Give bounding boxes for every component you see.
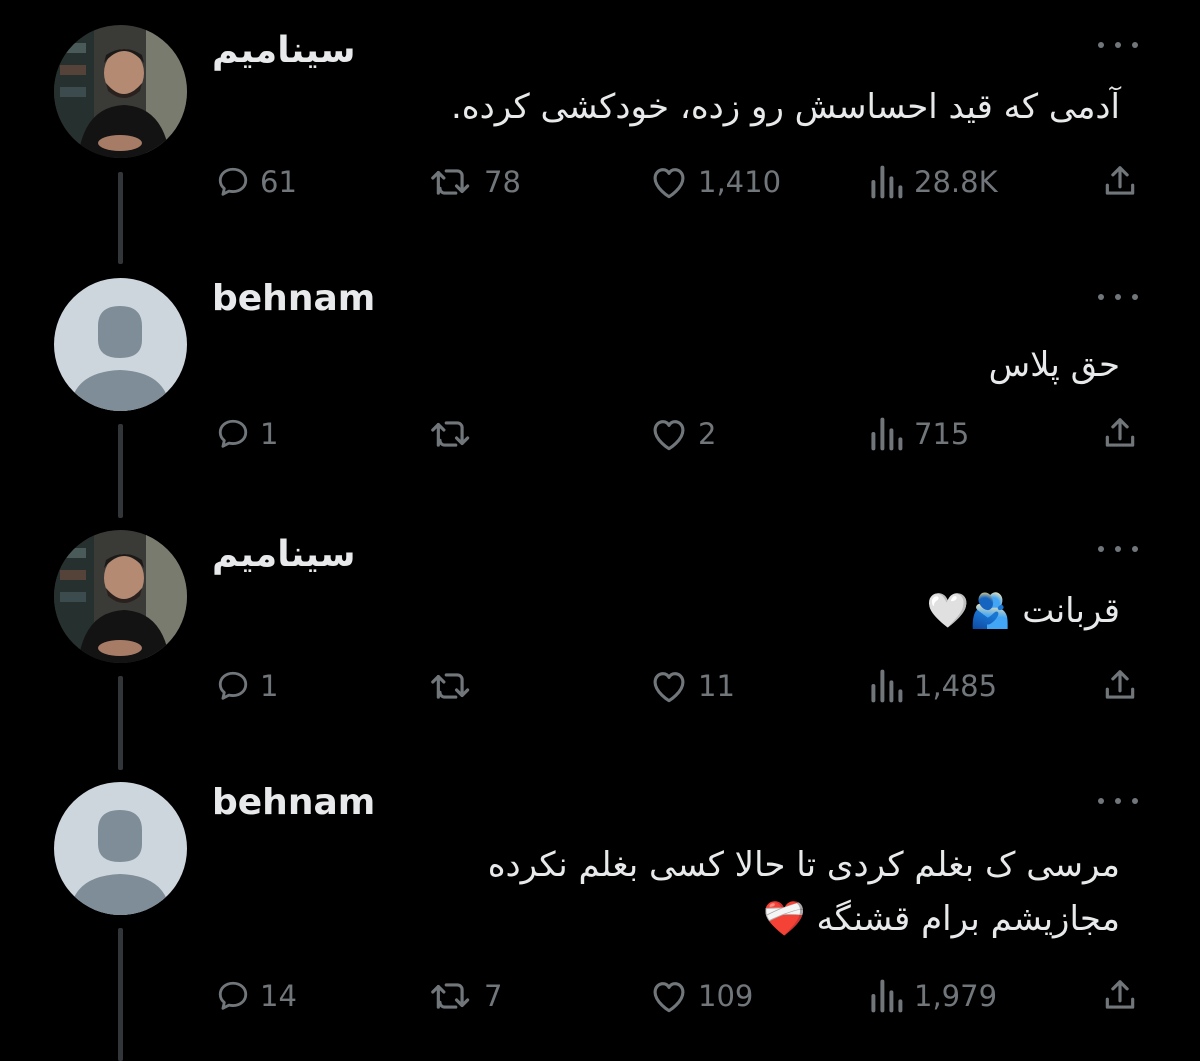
like-button[interactable]: 1,410 [648, 162, 781, 202]
tweet-text-line: مرسی ک بغلم کردی تا حالا کسی بغلم نکرده [487, 845, 1120, 885]
avatar[interactable] [54, 530, 187, 663]
default-avatar-icon [54, 782, 187, 915]
views-icon [871, 979, 903, 1013]
views-button[interactable]: 715 [866, 414, 969, 454]
more-icon[interactable] [1098, 546, 1138, 552]
retweet-button[interactable]: 78 [426, 162, 521, 202]
photo-avatar-icon [54, 25, 187, 158]
avatar[interactable] [54, 25, 187, 158]
tweet-text-line: آدمی که قید احساسش رو زده، خودکشی کرده. [450, 87, 1120, 127]
default-avatar-icon [54, 278, 187, 411]
retweet-button[interactable] [426, 666, 484, 706]
share-icon [1105, 418, 1135, 447]
like-button[interactable]: 109 [648, 976, 753, 1016]
thread-line [118, 676, 123, 770]
heart-icon [653, 168, 685, 199]
reply-icon [218, 167, 248, 196]
avatar[interactable] [54, 278, 187, 411]
reply-button[interactable]: 14 [214, 976, 297, 1016]
tweet-text: آدمی که قید احساسش رو زده، خودکشی کرده. [320, 80, 1120, 134]
share-icon [1105, 166, 1135, 195]
views-count: 1,979 [914, 979, 998, 1013]
like-count: 1,410 [698, 165, 782, 199]
retweet-count: 7 [484, 979, 503, 1013]
views-button[interactable]: 1,485 [866, 666, 997, 706]
reply-count: 61 [260, 165, 297, 199]
views-icon [871, 417, 903, 451]
views-button[interactable]: 1,979 [866, 976, 997, 1016]
retweet-icon [431, 673, 470, 699]
tweet-text-line: حق پلاس [988, 345, 1120, 385]
reply-icon [218, 981, 248, 1010]
share-icon [1105, 670, 1135, 699]
tweet-actions: 14 7 109 1,979 [214, 976, 1144, 1016]
retweet-count: 78 [484, 165, 521, 199]
reply-button[interactable]: 1 [214, 666, 278, 706]
share-icon [1105, 980, 1135, 1009]
like-count: 2 [698, 417, 717, 451]
like-count: 11 [698, 669, 735, 703]
tweet-text-line: قربانت 🫂🤍 [926, 591, 1120, 631]
views-icon [871, 165, 903, 199]
username[interactable]: behnam [212, 782, 375, 823]
tweet-actions: 1 11 1,485 [214, 666, 1144, 706]
retweet-icon [431, 983, 470, 1009]
more-icon[interactable] [1098, 42, 1138, 48]
retweet-button[interactable] [426, 414, 484, 454]
reply-count: 1 [260, 417, 279, 451]
views-count: 28.8K [914, 165, 998, 199]
retweet-icon [431, 169, 470, 195]
like-button[interactable]: 11 [648, 666, 735, 706]
username[interactable]: سینامیم [212, 30, 356, 71]
like-button[interactable]: 2 [648, 414, 716, 454]
username[interactable]: سینامیم [212, 534, 356, 575]
username[interactable]: behnam [212, 278, 375, 319]
reply-button[interactable]: 1 [214, 414, 278, 454]
more-icon[interactable] [1098, 798, 1138, 804]
share-button[interactable] [1100, 976, 1140, 1016]
heart-icon [653, 420, 685, 451]
retweet-icon [431, 421, 470, 447]
share-button[interactable] [1100, 162, 1140, 202]
views-count: 1,485 [914, 669, 998, 703]
reply-count: 1 [260, 669, 279, 703]
reply-icon [218, 419, 248, 448]
tweet-text: قربانت 🫂🤍 [320, 584, 1120, 638]
more-icon[interactable] [1098, 294, 1138, 300]
thread-line [118, 424, 123, 518]
thread-line [118, 928, 123, 1061]
share-button[interactable] [1100, 666, 1140, 706]
avatar[interactable] [54, 782, 187, 915]
tweet-text-line: مجازیشم برام قشنگه ❤️‍🩹 [763, 899, 1120, 939]
views-button[interactable]: 28.8K [866, 162, 998, 202]
reply-button[interactable]: 61 [214, 162, 297, 202]
views-count: 715 [914, 417, 970, 451]
reply-icon [218, 671, 248, 700]
tweet-actions: 1 2 715 [214, 414, 1144, 454]
tweet-text: مرسی ک بغلم کردی تا حالا کسی بغلم نکرده … [320, 838, 1120, 946]
reply-count: 14 [260, 979, 297, 1013]
photo-avatar-icon [54, 530, 187, 663]
thread-line [118, 172, 123, 264]
tweet-actions: 61 78 1,410 28.8K [214, 162, 1144, 202]
heart-icon [653, 982, 685, 1013]
views-icon [871, 669, 903, 703]
retweet-button[interactable]: 7 [426, 976, 502, 1016]
share-button[interactable] [1100, 414, 1140, 454]
heart-icon [653, 672, 685, 703]
tweet-text: حق پلاس [320, 338, 1120, 392]
like-count: 109 [698, 979, 754, 1013]
